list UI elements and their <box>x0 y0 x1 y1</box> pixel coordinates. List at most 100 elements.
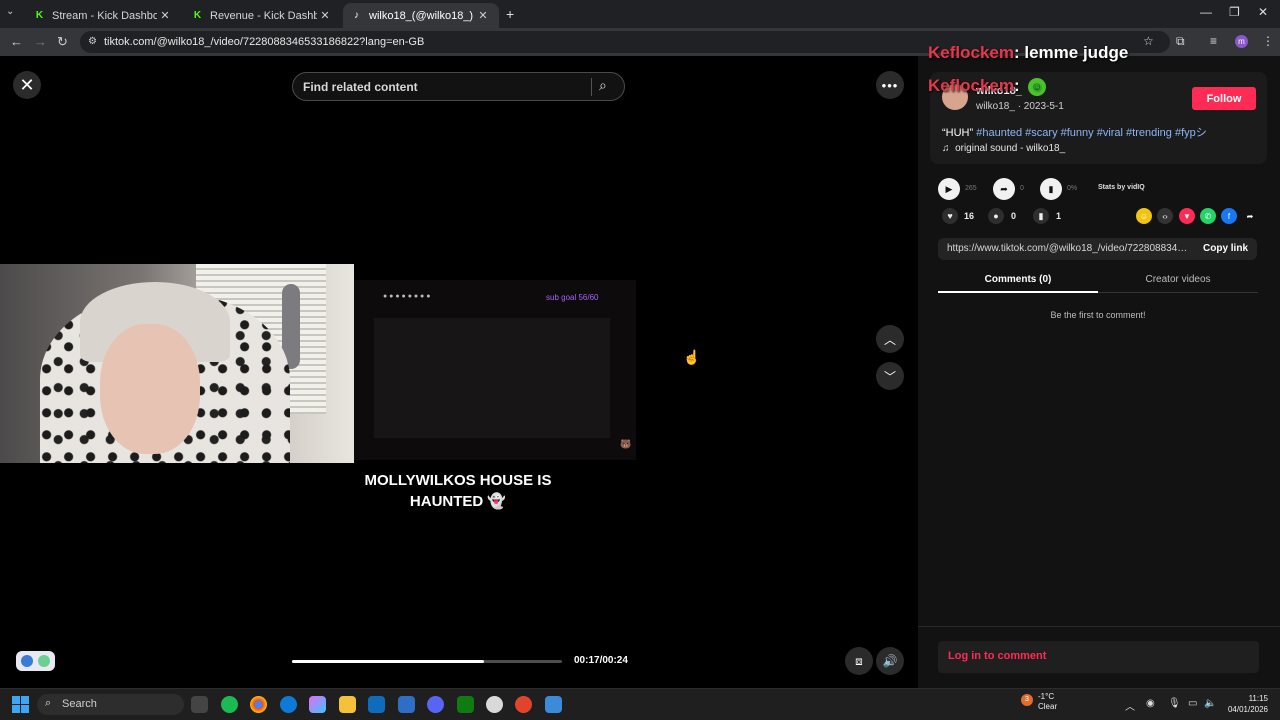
discord-icon[interactable] <box>427 696 444 713</box>
search-icon[interactable]: ⌕ <box>599 77 607 94</box>
original-sound[interactable]: ♫ original sound - wilko18_ <box>942 143 1065 154</box>
notepad-icon[interactable] <box>545 696 562 713</box>
taskbar-search-box[interactable] <box>37 694 184 715</box>
copilot-icon[interactable] <box>309 696 326 713</box>
video-corner-emoji: 🐻 <box>620 439 632 449</box>
outlook-icon[interactable] <box>398 696 415 713</box>
xbox-icon[interactable] <box>457 696 474 713</box>
caption-line-1: MOLLYWILKOS HOUSE IS <box>364 472 552 489</box>
login-to-comment-link[interactable]: Log in to comment <box>948 650 1046 662</box>
extensions-icon[interactable]: ⧉ <box>1176 34 1185 49</box>
menu-icon[interactable]: ⋮ <box>1262 34 1274 48</box>
hashtags[interactable]: #haunted #scary #funny #viral #trending … <box>976 127 1207 139</box>
bookmark-icon[interactable]: ▮ <box>1033 208 1049 224</box>
tab-title: Stream - Kick Dashboard <box>52 9 157 22</box>
whatsapp-icon[interactable]: ✆ <box>1200 208 1216 224</box>
hand-cursor-icon: ☝ <box>683 349 701 365</box>
tab-stream-dashboard[interactable]: K Stream - Kick Dashboard ✕ <box>26 3 181 28</box>
spotify-icon[interactable] <box>221 696 238 713</box>
tray-app-icon[interactable]: ◉ <box>1146 698 1155 709</box>
close-tab-icon[interactable]: ✕ <box>317 9 333 22</box>
speaker-icon[interactable]: 🔈 <box>1204 698 1216 709</box>
saves-count: 1 <box>1056 211 1062 221</box>
microphone-icon[interactable]: 🎙 <box>1168 698 1181 709</box>
likes-count: 16 <box>964 211 975 221</box>
restore-icon[interactable]: ❐ <box>1229 5 1240 19</box>
next-video-button[interactable]: ﹀ <box>876 362 904 390</box>
empty-comments-message: Be the first to comment! <box>1050 310 1146 320</box>
tab-creator-videos[interactable]: Creator videos <box>1098 270 1258 293</box>
close-window-icon[interactable]: ✕ <box>1258 5 1268 19</box>
weather-badge: 3 <box>1021 694 1033 706</box>
share-stat-icon: ➦ <box>993 178 1015 200</box>
weather-desc: Clear <box>1038 702 1058 711</box>
clock-time: 11:15 <box>1248 694 1268 703</box>
obs-icon[interactable] <box>486 696 503 713</box>
search-icon: ⌕ <box>45 697 52 709</box>
close-tab-icon[interactable]: ✕ <box>475 9 491 22</box>
copy-link-button[interactable]: Copy link <box>1203 243 1248 254</box>
taskbar-search-label: Search <box>62 698 97 710</box>
progress-fill <box>292 660 484 663</box>
weather-widget[interactable]: -1°C Clear <box>1038 692 1057 712</box>
comment-icon[interactable]: ● <box>988 208 1004 224</box>
post-description: “HUH” #haunted #scary #funny #viral #tre… <box>942 124 1207 140</box>
stream-chat-line-1: Keflockem: lemme judge <box>928 43 1128 63</box>
video-dark-scene <box>374 318 610 438</box>
store-icon[interactable] <box>368 696 385 713</box>
volume-button[interactable]: 🔊 <box>876 647 904 675</box>
follow-button[interactable]: Follow <box>1192 87 1256 110</box>
floating-player-button[interactable]: ⧈ <box>845 647 873 675</box>
url-text[interactable]: tiktok.com/@wilko18_/video/7228088346533… <box>104 36 424 48</box>
minimize-icon[interactable]: — <box>1200 5 1212 19</box>
music-note-icon: ♫ <box>942 143 950 154</box>
extension-icon <box>21 655 34 667</box>
shares-stat: 0 <box>1020 185 1024 192</box>
app-icon[interactable] <box>515 696 532 713</box>
task-view-icon[interactable] <box>191 696 208 713</box>
tab-search-icon[interactable]: ⌄ <box>6 6 14 17</box>
friends-share-icon[interactable]: ☺ <box>1136 208 1152 224</box>
related-search-input[interactable]: Find related content ⌕ <box>292 72 625 101</box>
stream-chat-line-2: Keflockem: ☺ <box>928 76 1046 96</box>
video-content[interactable] <box>354 280 636 460</box>
bookmark-star-icon[interactable]: ☆ <box>1143 34 1154 48</box>
reload-icon[interactable]: ↻ <box>57 34 68 50</box>
more-options-button[interactable]: ••• <box>876 71 904 99</box>
tab-comments[interactable]: Comments (0) <box>938 270 1098 293</box>
clock-date: 04/01/2026 <box>1227 705 1268 714</box>
new-tab-button[interactable]: + <box>506 6 514 22</box>
facebook-icon[interactable]: f <box>1221 208 1237 224</box>
tab-tiktok-video[interactable]: ♪ wilko18_(@wilko18_) | TikT ✕ <box>343 3 499 28</box>
taskbar-clock[interactable]: 11:15 04/01/2026 <box>1224 693 1268 715</box>
emote-icon: ☺ <box>1027 77 1046 96</box>
share-more-icon[interactable]: ➦ <box>1242 208 1258 224</box>
weather-temp: -1°C <box>1038 692 1055 701</box>
progress-bar[interactable] <box>292 660 562 663</box>
previous-video-button[interactable]: ︿ <box>876 325 904 353</box>
media-control-icon[interactable]: ≡ <box>1210 34 1217 48</box>
creator-meta: wilko18_ · 2023-5-1 <box>976 101 1064 112</box>
stats-by-vidiq[interactable]: Stats by vidIQ <box>1098 184 1145 191</box>
file-explorer-icon[interactable] <box>339 696 356 713</box>
forward-icon[interactable]: → <box>34 34 47 49</box>
video-link-text[interactable]: https://www.tiktok.com/@wilko18_/video/7… <box>947 243 1191 254</box>
tab-title: Revenue - Kick Dashboard <box>210 9 317 22</box>
send-icon[interactable]: ▼ <box>1179 208 1195 224</box>
network-icon[interactable]: ▭ <box>1188 698 1197 709</box>
sound-label: original sound - wilko18_ <box>955 143 1066 154</box>
back-icon[interactable]: ← <box>10 34 23 49</box>
close-tab-icon[interactable]: ✕ <box>157 9 173 22</box>
tab-revenue-dashboard[interactable]: K Revenue - Kick Dashboard ✕ <box>184 3 341 28</box>
close-video-button[interactable]: ✕ <box>13 71 41 99</box>
heart-icon[interactable]: ♥ <box>942 208 958 224</box>
site-info-icon[interactable]: ⚙ <box>88 36 97 47</box>
profile-avatar[interactable]: m <box>1235 35 1248 48</box>
extension-pill[interactable] <box>16 651 55 671</box>
side-divider <box>918 626 1280 627</box>
edge-icon[interactable] <box>280 696 297 713</box>
tray-chevron-icon[interactable]: ︿ <box>1125 698 1135 713</box>
chrome-icon[interactable] <box>250 696 267 713</box>
embed-icon[interactable]: ‹› <box>1157 208 1173 224</box>
windows-start-icon[interactable] <box>12 696 29 713</box>
